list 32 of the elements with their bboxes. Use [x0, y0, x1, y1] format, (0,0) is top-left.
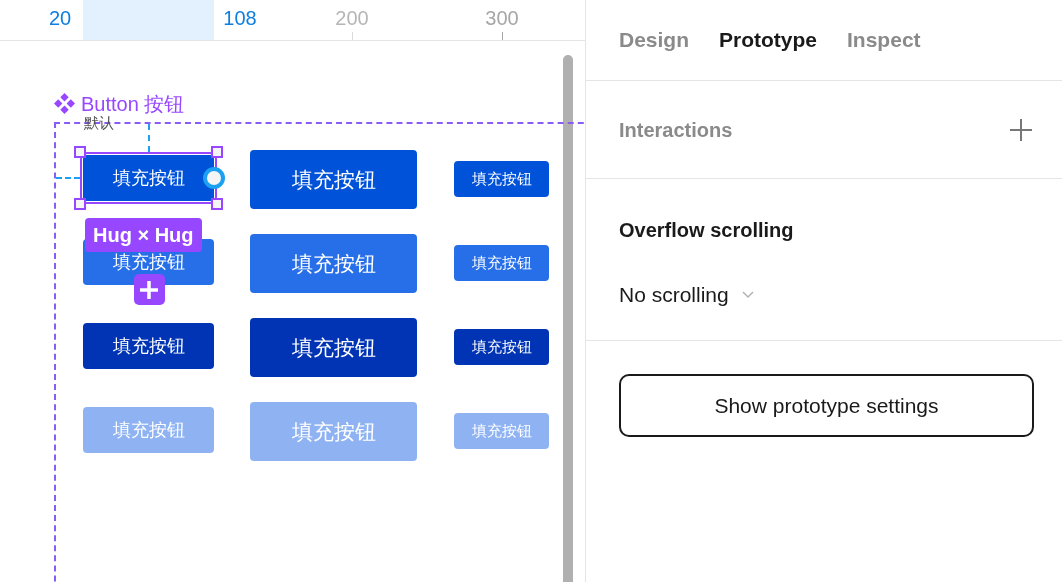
overflow-dropdown[interactable]: No scrolling [619, 279, 755, 311]
ruler-label: 20 [48, 6, 72, 31]
scrollbar[interactable] [563, 55, 573, 582]
fill-button[interactable]: 填充按钮 [454, 329, 549, 365]
fill-button[interactable]: 填充按钮 [250, 150, 417, 209]
section-title: Interactions [619, 117, 733, 143]
ruler-label: 300 [485, 6, 519, 31]
resize-handle[interactable] [211, 198, 223, 210]
ruler-label: 108 [223, 6, 257, 31]
size-badge: Hug × Hug [85, 218, 202, 252]
component-title[interactable]: Button 按钮 [81, 93, 185, 114]
prototype-connection-handle[interactable] [203, 167, 225, 189]
add-button[interactable] [133, 274, 165, 305]
component-icon [54, 93, 75, 114]
show-prototype-settings-button[interactable]: Show prototype settings [619, 374, 1034, 437]
chevron-down-icon [740, 289, 755, 300]
panel-tab[interactable]: Prototype [719, 24, 818, 56]
resize-handle[interactable] [211, 146, 223, 158]
fill-button[interactable]: 填充按钮 [454, 161, 549, 197]
resize-handle[interactable] [74, 198, 86, 210]
fill-button[interactable]: 填充按钮 [83, 323, 214, 369]
fill-button[interactable]: 填充按钮 [250, 234, 417, 293]
fill-button[interactable]: 填充按钮 [250, 318, 417, 377]
fill-button[interactable]: 填充按钮 [454, 245, 549, 281]
panel-tab[interactable]: Inspect [847, 24, 921, 56]
ruler-label: 200 [335, 6, 369, 31]
add-icon[interactable] [1009, 117, 1033, 142]
plus-icon [139, 279, 159, 300]
fill-button[interactable]: 填充按钮 [83, 155, 214, 201]
resize-handle[interactable] [74, 146, 86, 158]
panel-tab[interactable]: Design [619, 24, 689, 56]
section-title: Overflow scrolling [619, 218, 795, 243]
